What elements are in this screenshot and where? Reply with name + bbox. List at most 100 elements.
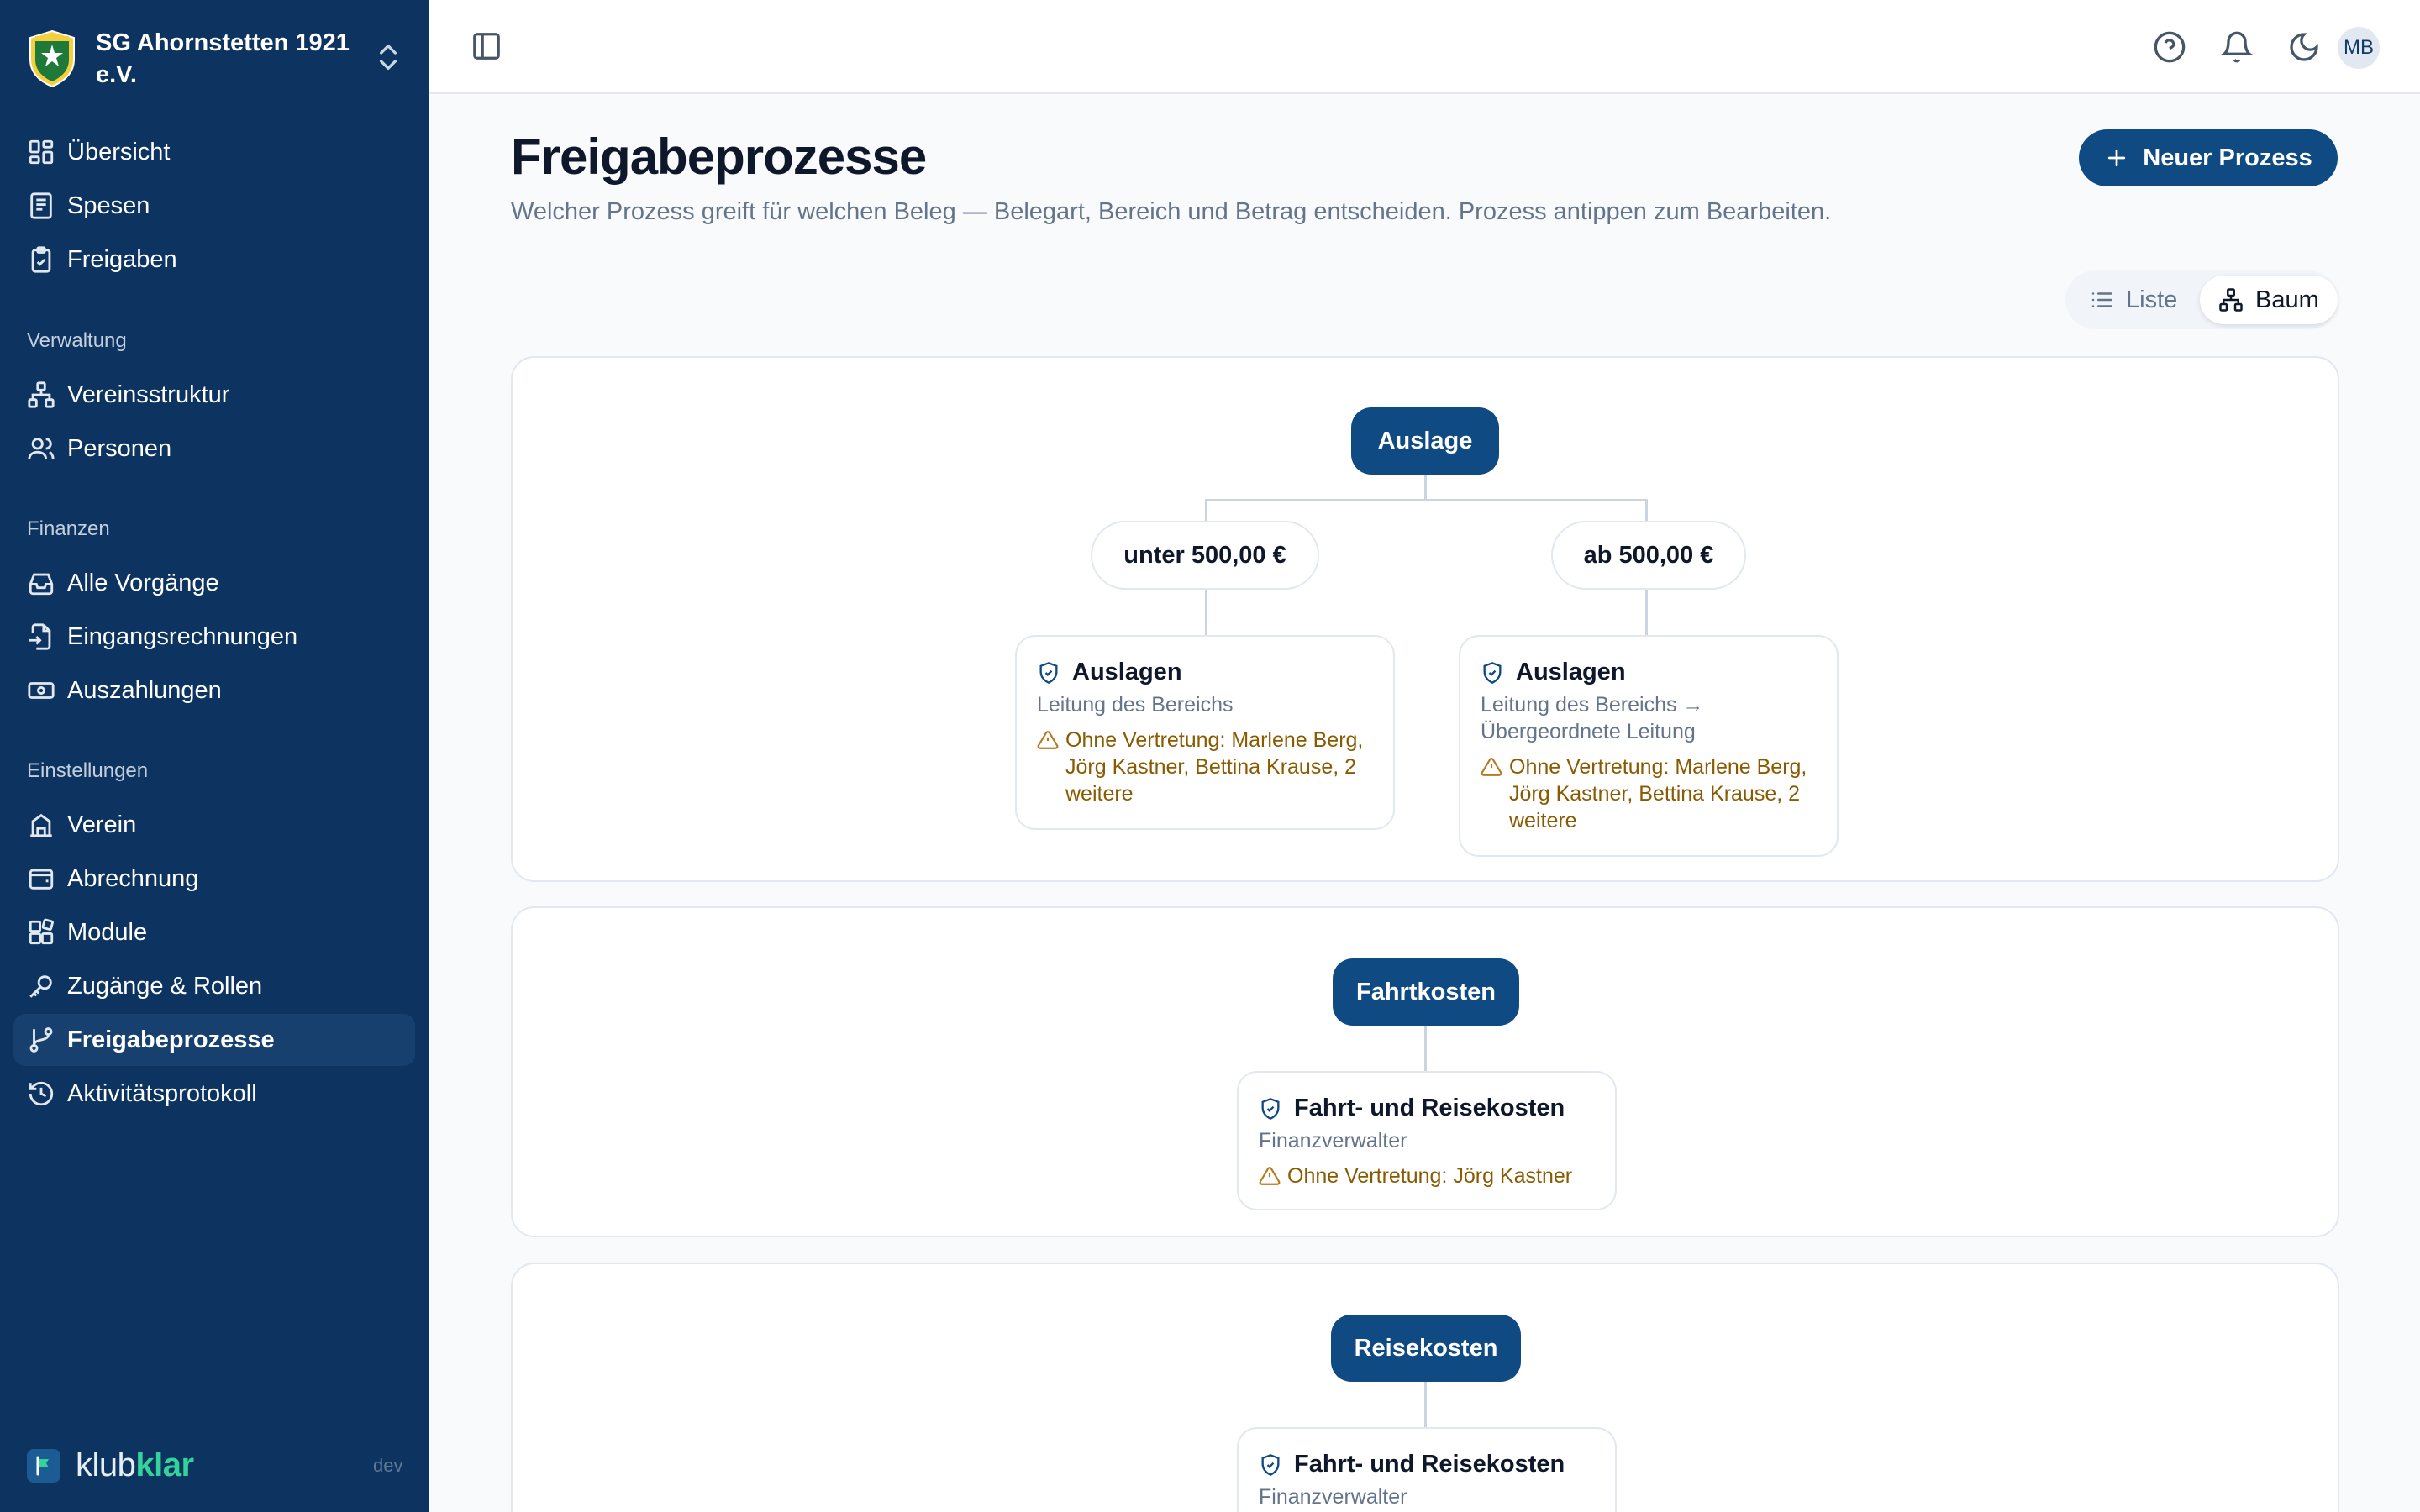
- amount-condition-node[interactable]: ab 500,00 €: [1551, 521, 1746, 590]
- nav-label: Personen: [67, 434, 172, 462]
- process-title: Auslagen: [1481, 659, 1817, 686]
- brand-part-1: klub: [76, 1446, 136, 1483]
- process-title-text: Auslagen: [1516, 659, 1626, 685]
- process-title: Fahrt- und Reisekosten: [1259, 1451, 1595, 1478]
- process-title-text: Fahrt- und Reisekosten: [1294, 1451, 1565, 1478]
- nav-item-vereinsstruktur[interactable]: Vereinsstruktur: [13, 369, 415, 421]
- list-icon: [2091, 292, 2112, 307]
- tree-connector: [1205, 499, 1647, 501]
- substitute-warning-text: Ohne Vertretung: Marlene Berg, Jörg Kast…: [1065, 728, 1364, 806]
- nav-label: Zugänge & Rollen: [67, 972, 263, 1000]
- nav-label: Spesen: [67, 192, 150, 219]
- process-role: Finanzverwalter: [1259, 1129, 1407, 1152]
- amount-condition-node[interactable]: unter 500,00 €: [1091, 521, 1319, 590]
- hierarchy-icon: [2219, 288, 2243, 312]
- org-switcher[interactable]: SG Ahornstetten 1921 e.V.: [27, 24, 407, 94]
- nav-item-verein[interactable]: Verein: [13, 799, 415, 851]
- tree-connector: [1424, 1382, 1427, 1429]
- moon-icon[interactable]: [2287, 30, 2321, 64]
- page-title: Freigabeprozesse: [511, 129, 927, 185]
- process-tree-card: Reisekosten Fahrt- und Reisekosten Finan…: [511, 1263, 2339, 1512]
- nav-section-einstellungen: Einstellungen: [27, 759, 149, 782]
- hierarchy-icon: [28, 381, 55, 408]
- sidebar-toggle-icon[interactable]: [471, 30, 502, 62]
- new-process-button[interactable]: Neuer Prozess: [2079, 129, 2338, 186]
- tree-connector: [1205, 590, 1207, 637]
- process-node[interactable]: Fahrt- und Reisekosten Finanzverwalter O…: [1237, 1071, 1617, 1210]
- page-subtitle: Welcher Prozess greift für welchen Beleg…: [511, 198, 1832, 225]
- nav-label: Vereinsstruktur: [67, 381, 230, 408]
- warning-icon: [1037, 731, 1059, 749]
- brand-logo: klubklar: [27, 1446, 194, 1484]
- club-crest-icon: [29, 29, 75, 88]
- nav-label: Auszahlungen: [67, 676, 222, 704]
- shield-check-icon: [1483, 661, 1502, 684]
- nav-item-freigaben[interactable]: Freigaben: [13, 234, 415, 286]
- file-import-icon: [29, 623, 51, 650]
- blocks-icon: [29, 918, 54, 945]
- nav-label: Aktivitätsprotokoll: [67, 1079, 257, 1107]
- process-node[interactable]: Auslagen Leitung des Bereichs Ohne Vertr…: [1015, 635, 1395, 830]
- process-role: Leitung des Bereichs → Übergeordnete Lei…: [1481, 693, 1704, 743]
- nav-label: Abrechnung: [67, 864, 199, 892]
- nav-label: Alle Vorgänge: [67, 569, 219, 596]
- brand-name: klubklar: [76, 1446, 194, 1484]
- nav-item-spesen[interactable]: Spesen: [13, 180, 415, 232]
- klubklar-logo-icon: [27, 1448, 60, 1483]
- process-node[interactable]: Fahrt- und Reisekosten Finanzverwalter: [1237, 1427, 1617, 1512]
- view-option-list-label: Liste: [2126, 286, 2178, 313]
- document-type-node[interactable]: Fahrtkosten: [1333, 958, 1519, 1026]
- shield-check-icon: [1261, 1097, 1280, 1120]
- nav-item-alle-vorgaenge[interactable]: Alle Vorgänge: [13, 557, 415, 609]
- nav-item-freigabeprozesse[interactable]: Freigabeprozesse: [13, 1014, 415, 1066]
- nav-item-eingangsrechnungen[interactable]: Eingangsrechnungen: [13, 611, 415, 663]
- banknote-icon: [28, 682, 55, 699]
- nav-item-aktivitaetsprotokoll[interactable]: Aktivitätsprotokoll: [13, 1068, 415, 1120]
- user-avatar[interactable]: MB: [2338, 27, 2380, 69]
- warning-icon: [1481, 758, 1502, 776]
- substitute-warning: Ohne Vertretung: Marlene Berg, Jörg Kast…: [1037, 727, 1373, 807]
- nav-label: Module: [67, 918, 148, 946]
- nav-item-auszahlungen[interactable]: Auszahlungen: [13, 664, 415, 717]
- history-icon: [29, 1081, 54, 1106]
- new-process-label: Neuer Prozess: [2143, 144, 2312, 171]
- nav-label: Freigaben: [67, 245, 177, 273]
- tree-connector: [1424, 1026, 1427, 1073]
- nav-item-personen[interactable]: Personen: [13, 423, 415, 475]
- nav-label: Verein: [67, 811, 137, 838]
- view-option-tree[interactable]: Baum: [2200, 276, 2338, 324]
- shield-check-icon: [1261, 1453, 1280, 1476]
- process-role: Leitung des Bereichs: [1037, 693, 1234, 717]
- tree-connector: [1424, 475, 1427, 500]
- clipboard-check-icon: [31, 246, 51, 273]
- nav-item-module[interactable]: Module: [13, 906, 415, 958]
- view-option-list[interactable]: Liste: [2070, 276, 2196, 324]
- process-title-text: Fahrt- und Reisekosten: [1294, 1095, 1565, 1121]
- process-role: Finanzverwalter: [1259, 1485, 1407, 1509]
- nav-item-abrechnung[interactable]: Abrechnung: [13, 853, 415, 905]
- receipt-icon: [30, 192, 52, 219]
- substitute-warning-text: Ohne Vertretung: Marlene Berg, Jörg Kast…: [1509, 755, 1807, 832]
- chevrons-up-down-icon[interactable]: [371, 40, 405, 74]
- substitute-warning-text: Ohne Vertretung: Jörg Kastner: [1287, 1164, 1573, 1188]
- brand-part-2: klar: [135, 1446, 194, 1483]
- process-node[interactable]: Auslagen Leitung des Bereichs → Übergeor…: [1459, 635, 1839, 857]
- nav-item-zugaenge-rollen[interactable]: Zugänge & Rollen: [13, 960, 415, 1012]
- plus-icon: [2108, 149, 2126, 167]
- document-type-node[interactable]: Reisekosten: [1331, 1315, 1521, 1382]
- nav-label: Freigabeprozesse: [67, 1026, 275, 1053]
- shield-check-icon: [1039, 661, 1058, 684]
- users-icon: [28, 438, 55, 459]
- help-icon[interactable]: [2153, 30, 2186, 64]
- view-toggle: Liste Baum: [2065, 270, 2338, 329]
- document-type-node[interactable]: Auslage: [1351, 407, 1499, 475]
- process-tree-card: Fahrtkosten Fahrt- und Reisekosten Finan…: [511, 906, 2339, 1237]
- wallet-icon: [29, 869, 54, 890]
- nav-item-uebersicht[interactable]: Übersicht: [13, 126, 415, 178]
- bell-icon[interactable]: [2220, 30, 2254, 64]
- git-branch-icon: [29, 1027, 53, 1053]
- tree-connector: [1645, 590, 1648, 637]
- process-title-text: Auslagen: [1072, 659, 1182, 685]
- nav-section-verwaltung: Verwaltung: [27, 329, 127, 352]
- inbox-icon: [29, 573, 54, 596]
